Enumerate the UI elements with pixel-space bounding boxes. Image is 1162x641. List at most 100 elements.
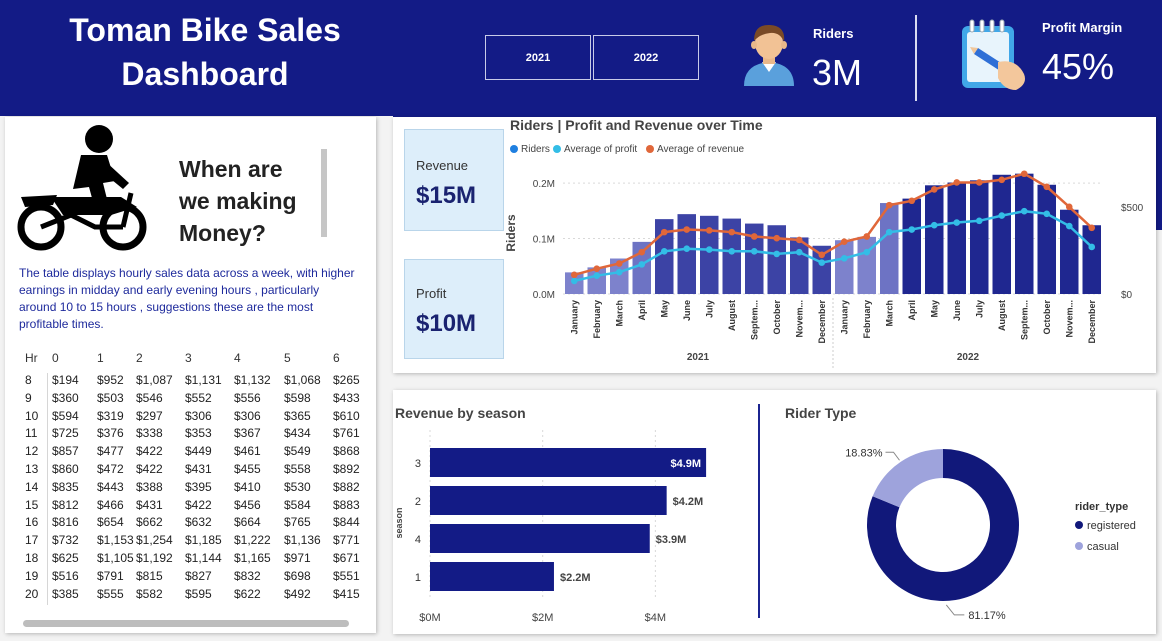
revenue-point[interactable] <box>750 233 758 240</box>
profit-point[interactable] <box>998 212 1006 219</box>
sales-cell: $360 <box>52 390 79 405</box>
revenue-point[interactable] <box>728 228 736 236</box>
table-header-cell: 2 <box>136 351 143 365</box>
legend-revenue[interactable]: Average of revenue <box>646 144 744 155</box>
sales-cell: $422 <box>136 462 163 476</box>
sales-cell: $353 <box>185 426 212 441</box>
revenue-point[interactable] <box>570 271 578 279</box>
revenue-point[interactable] <box>638 248 646 256</box>
riders-bar[interactable] <box>902 198 922 294</box>
riders-bar[interactable] <box>947 182 967 294</box>
revenue-point[interactable] <box>953 179 961 186</box>
revenue-point[interactable] <box>705 227 713 234</box>
revenue-point[interactable] <box>1065 203 1073 211</box>
riders-bar[interactable] <box>790 237 809 294</box>
profit-point[interactable] <box>1043 210 1051 218</box>
profit-point[interactable] <box>953 219 961 226</box>
revenue-point[interactable] <box>908 197 916 205</box>
profit-point[interactable] <box>863 248 871 256</box>
notepad-pencil-icon <box>962 19 1025 90</box>
legend-riders[interactable]: Riders <box>510 144 550 155</box>
horizontal-scrollbar[interactable] <box>23 620 349 627</box>
revenue-point[interactable] <box>1043 183 1051 191</box>
profit-point[interactable] <box>593 272 601 279</box>
profit-point[interactable] <box>773 250 781 258</box>
sales-cell: $365 <box>284 408 311 423</box>
profit-point[interactable] <box>930 221 938 229</box>
profit-point[interactable] <box>660 248 668 255</box>
riders-bar[interactable] <box>1037 184 1057 294</box>
sales-cell: $388 <box>136 479 163 494</box>
revenue-point[interactable] <box>773 234 781 242</box>
casual-slice[interactable] <box>872 449 943 508</box>
riders-bar[interactable] <box>835 240 854 294</box>
profit-point[interactable] <box>1065 222 1073 230</box>
sales-cell: $598 <box>284 390 311 405</box>
profit-point[interactable] <box>885 228 893 236</box>
legend-label[interactable]: casual <box>1087 541 1119 553</box>
year-2021-button[interactable]: 2021 <box>485 35 591 80</box>
season-value-label: $4.2M <box>673 496 704 508</box>
revenue-point[interactable] <box>615 260 623 267</box>
table-header-cell: 1 <box>97 351 104 365</box>
season-bar[interactable] <box>430 448 707 477</box>
profit-point[interactable] <box>1088 243 1096 251</box>
riders-bar[interactable] <box>677 214 697 294</box>
table-row: 8 $194 $952 $1,087 $1,131 $1,132 $1,068 $265 <box>5 373 376 390</box>
revenue-point[interactable] <box>660 228 668 236</box>
sales-cell: $671 <box>333 551 360 565</box>
profit-point[interactable] <box>975 217 983 225</box>
table-header-row: Hr 0 1 2 3 4 5 6 <box>5 351 376 371</box>
revenue-point[interactable] <box>885 201 893 209</box>
profit-point[interactable] <box>638 261 646 268</box>
legend-label[interactable]: registered <box>1087 520 1136 532</box>
profit-value: $10M <box>416 310 477 337</box>
profit-point[interactable] <box>795 248 803 256</box>
riders-bar[interactable] <box>970 180 989 294</box>
profit-point[interactable] <box>615 268 623 276</box>
sales-cell: $1,136 <box>284 533 321 548</box>
season-bar[interactable] <box>430 562 554 591</box>
table-description: The table displays hourly sales data acr… <box>19 266 355 331</box>
revenue-point[interactable] <box>593 265 601 273</box>
profit-point[interactable] <box>705 246 713 253</box>
revenue-point[interactable] <box>1088 224 1096 232</box>
hourly-sales-table[interactable]: 8 $194 $952 $1,087 $1,131 $1,132 $1,068 $265 9 $3… <box>5 373 376 608</box>
revenue-point[interactable] <box>998 176 1006 184</box>
year-2022-button[interactable]: 2022 <box>593 35 699 80</box>
revenue-point[interactable] <box>683 226 691 233</box>
riders-bar[interactable] <box>925 185 944 294</box>
profit-point[interactable] <box>840 254 848 262</box>
revenue-point[interactable] <box>840 238 848 246</box>
revenue-point[interactable] <box>930 186 938 193</box>
profit-label: Profit <box>416 286 447 301</box>
revenue-point[interactable] <box>863 233 871 240</box>
profit-point[interactable] <box>750 248 758 255</box>
legend-profit[interactable]: Average of profit <box>553 144 637 155</box>
y-tick-label: 0.1M <box>533 235 555 246</box>
season-bar[interactable] <box>430 486 667 515</box>
sales-cell: $415 <box>333 586 360 601</box>
revenue-point[interactable] <box>795 236 803 244</box>
profit-point[interactable] <box>728 248 736 255</box>
sales-cell: $422 <box>185 497 212 512</box>
revenue-point[interactable] <box>818 251 826 259</box>
revenue-point[interactable] <box>1020 170 1028 178</box>
sales-cell: $319 <box>97 408 124 423</box>
riders-bar[interactable] <box>880 203 899 294</box>
riders-bar[interactable] <box>992 174 1012 294</box>
profit-point[interactable] <box>683 245 691 252</box>
profit-point[interactable] <box>1020 207 1028 215</box>
x-tick-label: October <box>1042 300 1052 335</box>
sales-cell: $1,105 <box>97 551 134 565</box>
x-tick-label: August <box>997 300 1007 331</box>
profit-point[interactable] <box>570 277 578 285</box>
season-category-label: 1 <box>415 572 421 584</box>
profit-point[interactable] <box>908 226 916 233</box>
sales-cell: $194 <box>52 373 79 387</box>
profit-point[interactable] <box>818 259 826 266</box>
season-bar[interactable] <box>430 524 650 553</box>
revenue-point[interactable] <box>975 179 983 186</box>
riders-bar[interactable] <box>1082 225 1102 294</box>
riders-bar[interactable] <box>1015 173 1034 294</box>
